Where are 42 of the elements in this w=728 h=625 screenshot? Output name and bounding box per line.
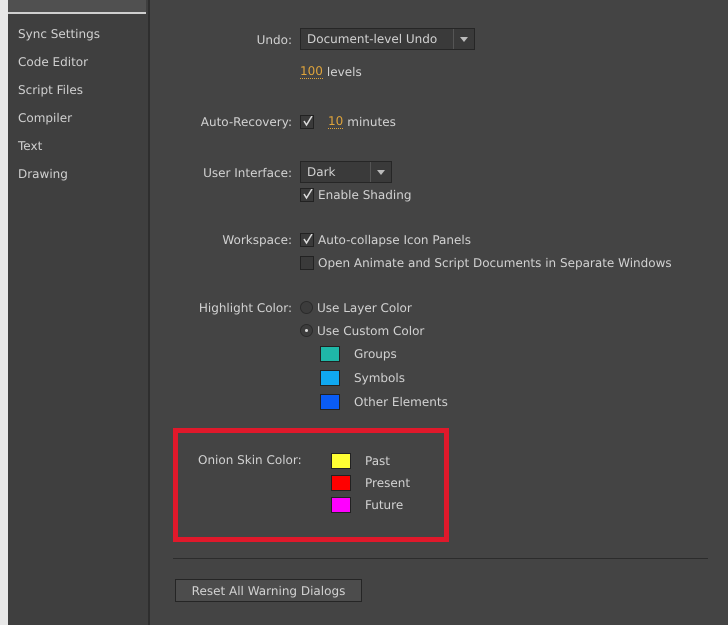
swatch-label: Groups <box>354 347 397 361</box>
undo-label: Undo: <box>256 32 293 49</box>
sidebar-item[interactable]: Script Files <box>8 76 148 104</box>
color-swatch[interactable] <box>331 452 351 468</box>
sidebar-item[interactable]: Code Editor <box>8 48 148 76</box>
checkbox-label: Auto-collapse Icon Panels <box>318 232 471 246</box>
swatch-label: Future <box>365 498 404 512</box>
auto-recovery-label: Auto-Recovery: <box>200 114 293 131</box>
checkbox-label: Enable Shading <box>318 188 412 202</box>
minutes-value[interactable]: 10 <box>328 114 344 129</box>
minutes-label: minutes <box>347 114 396 128</box>
workspace-label: Workspace: <box>221 232 293 249</box>
color-swatch[interactable] <box>331 496 351 512</box>
swatch-label: Past <box>365 454 390 468</box>
user-interface-label: User Interface: <box>202 165 293 182</box>
swatch-label: Symbols <box>354 371 405 385</box>
radio-button[interactable] <box>300 324 313 337</box>
radio-label: Use Custom Color <box>317 324 424 338</box>
color-swatch[interactable] <box>320 370 340 386</box>
swatch-label: Present <box>365 476 410 490</box>
sidebar-item[interactable]: Drawing <box>8 160 148 188</box>
checkbox[interactable] <box>300 188 314 202</box>
color-swatch[interactable] <box>331 474 351 490</box>
color-swatch[interactable] <box>320 394 340 410</box>
radio-label: Use Layer Color <box>317 300 412 314</box>
undo-dropdown[interactable]: Document-level Undo <box>300 28 475 50</box>
sidebar-item[interactable]: Sync Settings <box>8 20 148 48</box>
checkbox[interactable] <box>300 232 314 246</box>
color-swatch[interactable] <box>320 346 340 362</box>
highlight-color-label: Highlight Color: <box>198 300 293 317</box>
theme-dropdown[interactable]: Dark <box>300 161 392 183</box>
reset-warnings-button[interactable]: Reset All Warning Dialogs <box>175 579 362 602</box>
checkbox[interactable] <box>300 256 314 270</box>
levels-label: levels <box>326 64 362 78</box>
onion-skin-label: Onion Skin Color: <box>198 452 303 469</box>
undo-levels-value[interactable]: 100 <box>300 64 323 79</box>
checkbox[interactable] <box>300 114 314 128</box>
sidebar-item[interactable]: Text <box>8 132 148 160</box>
swatch-label: Other Elements <box>354 395 448 409</box>
radio-button[interactable] <box>300 301 313 314</box>
checkbox-label: Open Animate and Script Documents in Separate Windows <box>318 256 672 270</box>
sidebar-item[interactable]: Compiler <box>8 104 148 132</box>
